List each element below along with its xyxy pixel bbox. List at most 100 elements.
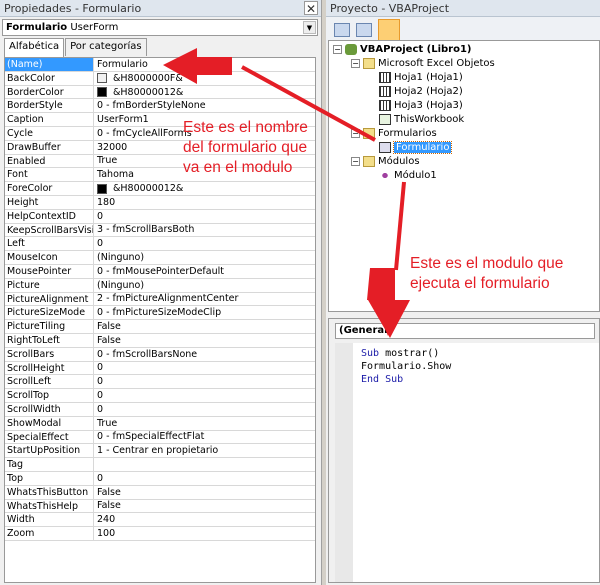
property-value[interactable]: 100	[94, 527, 115, 540]
annotation-line: va en el modulo	[183, 159, 293, 176]
property-value[interactable]: 0 - fmPictureSizeModeClip	[94, 306, 221, 319]
property-value[interactable]: 0	[94, 237, 103, 250]
tree-node-vbaproject[interactable]: − VBAProject (Libro1)	[333, 44, 472, 55]
collapse-icon[interactable]: −	[333, 45, 342, 54]
property-value[interactable]: &H80000012&	[94, 86, 183, 99]
property-value[interactable]: 1 - Centrar en propietario	[94, 444, 218, 457]
folder-icon	[363, 156, 375, 167]
property-row[interactable]: (Name) Formulario	[5, 58, 315, 72]
property-row[interactable]: PictureAlignment 2 - fmPictureAlignmentCe…	[5, 292, 315, 307]
property-value[interactable]: 0 - fmCycleAllForms	[94, 127, 192, 140]
property-row[interactable]: RightToLeft False	[5, 333, 315, 348]
tab-por-categorias[interactable]: Por categorías	[65, 38, 147, 56]
property-value[interactable]: 2 - fmPictureAlignmentCenter	[94, 293, 238, 306]
property-value[interactable]: 0 - fmSpecialEffectFlat	[94, 431, 204, 444]
tree-node-formulario[interactable]: Formulario	[379, 141, 453, 154]
property-value[interactable]: 0 - fmBorderStyleNone	[94, 99, 206, 112]
property-value[interactable]: 0	[94, 403, 103, 416]
property-value[interactable]: 0	[94, 362, 103, 375]
property-row[interactable]: PictureSizeMode 0 - fmPictureSizeModeClip	[5, 306, 315, 321]
property-value[interactable]: 0	[94, 389, 103, 402]
collapse-icon[interactable]: −	[351, 157, 360, 166]
property-value[interactable]: 240	[94, 513, 115, 526]
property-value[interactable]: 32000	[94, 141, 127, 154]
tree-label: Formularios	[378, 128, 437, 139]
view-object-button[interactable]	[356, 23, 372, 37]
property-row[interactable]: BackColor &H8000000F&	[5, 71, 315, 86]
property-row[interactable]: SpecialEffect 0 - fmSpecialEffectFlat	[5, 430, 315, 445]
property-value-text: UserForm1	[97, 114, 149, 126]
property-value[interactable]	[94, 458, 97, 471]
tree-node-hoja2[interactable]: Hoja2 (Hoja2)	[379, 86, 463, 97]
tree-node-thisworkbook[interactable]: ThisWorkbook	[379, 114, 464, 125]
module-annotation: Este es el modulo que ejecuta el formula…	[410, 254, 563, 294]
property-value[interactable]: (Ninguno)	[94, 251, 144, 264]
property-row[interactable]: MouseIcon (Ninguno)	[5, 251, 315, 265]
view-code-button[interactable]	[334, 23, 350, 37]
collapse-icon[interactable]: −	[351, 59, 360, 68]
property-row[interactable]: BorderColor &H80000012&	[5, 85, 315, 100]
property-row[interactable]: Top 0	[5, 471, 315, 486]
property-value[interactable]: False	[94, 500, 121, 513]
property-row[interactable]: WhatsThisHelp False	[5, 499, 315, 514]
property-value[interactable]: 0	[94, 210, 103, 223]
property-value[interactable]: True	[94, 417, 117, 430]
tree-node-hoja3[interactable]: Hoja3 (Hoja3)	[379, 100, 463, 111]
code-editor[interactable]: Sub mostrar() Formulario.Show End Sub	[335, 343, 599, 582]
property-value[interactable]: &H8000000F&	[94, 72, 183, 85]
property-name: Caption	[5, 113, 94, 126]
property-value[interactable]: 3 - fmScrollBarsBoth	[94, 224, 194, 237]
property-row[interactable]: ForeColor &H80000012&	[5, 182, 315, 196]
property-row[interactable]: ScrollWidth 0	[5, 402, 315, 417]
object-combo[interactable]: (General)	[335, 323, 595, 339]
property-value[interactable]: Formulario	[94, 58, 148, 71]
property-value[interactable]: (Ninguno)	[94, 279, 144, 292]
property-value-text: 0	[97, 472, 104, 484]
property-row[interactable]: StartUpPosition 1 - Centrar en propietari…	[5, 444, 315, 459]
tab-alfabetica[interactable]: Alfabética	[4, 38, 65, 57]
property-row[interactable]: BorderStyle 0 - fmBorderStyleNone	[5, 99, 315, 114]
property-value[interactable]: UserForm1	[94, 113, 149, 126]
property-row[interactable]: PictureTiling False	[5, 320, 315, 334]
close-icon[interactable]: ✕	[304, 1, 318, 16]
property-row[interactable]: ScrollHeight 0	[5, 361, 315, 376]
property-row[interactable]: ScrollTop 0	[5, 389, 315, 403]
property-value[interactable]: False	[94, 334, 121, 347]
folder-icon	[363, 58, 375, 69]
property-value[interactable]: False	[94, 486, 121, 499]
property-row[interactable]: ScrollLeft 0	[5, 375, 315, 390]
property-row[interactable]: Width 240	[5, 513, 315, 528]
tree-node-excel-objects[interactable]: − Microsoft Excel Objetos	[351, 58, 495, 69]
property-value[interactable]: &H80000012&	[94, 182, 183, 195]
property-row[interactable]: Left 0	[5, 237, 315, 252]
chevron-down-icon[interactable]: ▼	[303, 21, 316, 34]
tree-label: Hoja2 (Hoja2)	[394, 86, 463, 97]
property-row[interactable]: MousePointer 0 - fmMousePointerDefault	[5, 264, 315, 279]
toggle-folders-button[interactable]	[378, 19, 400, 41]
property-value[interactable]: Tahoma	[94, 168, 134, 181]
tree-node-formularios[interactable]: − Formularios	[351, 128, 437, 139]
property-row[interactable]: WhatsThisButton False	[5, 485, 315, 500]
property-value[interactable]: 180	[94, 196, 115, 209]
property-row[interactable]: KeepScrollBarsVisible3 - fmScrollBarsBot…	[5, 223, 315, 238]
property-value[interactable]: False	[94, 320, 121, 333]
object-selector[interactable]: Formulario UserForm ▼	[2, 19, 318, 36]
property-value[interactable]: 0 - fmScrollBarsNone	[94, 348, 197, 361]
property-value[interactable]: 0	[94, 472, 103, 485]
property-row[interactable]: ShowModal True	[5, 416, 315, 431]
property-value[interactable]: True	[94, 155, 117, 168]
tree-node-hoja1[interactable]: Hoja1 (Hoja1)	[379, 72, 463, 83]
collapse-icon[interactable]: −	[351, 129, 360, 138]
tree-node-modulo1[interactable]: Módulo1	[379, 170, 437, 181]
property-row[interactable]: Zoom 100	[5, 527, 315, 541]
property-value[interactable]: 0 - fmMousePointerDefault	[94, 265, 224, 278]
property-row[interactable]: Picture (Ninguno)	[5, 278, 315, 293]
property-value[interactable]: 0	[94, 375, 103, 388]
property-name: Enabled	[5, 154, 94, 168]
tree-node-modulos[interactable]: − Módulos	[351, 156, 420, 167]
property-row[interactable]: HelpContextID 0	[5, 209, 315, 224]
property-row[interactable]: Tag	[5, 458, 315, 472]
color-swatch	[97, 73, 107, 84]
property-row[interactable]: ScrollBars 0 - fmScrollBarsNone	[5, 347, 315, 362]
property-row[interactable]: Height 180	[5, 195, 315, 210]
